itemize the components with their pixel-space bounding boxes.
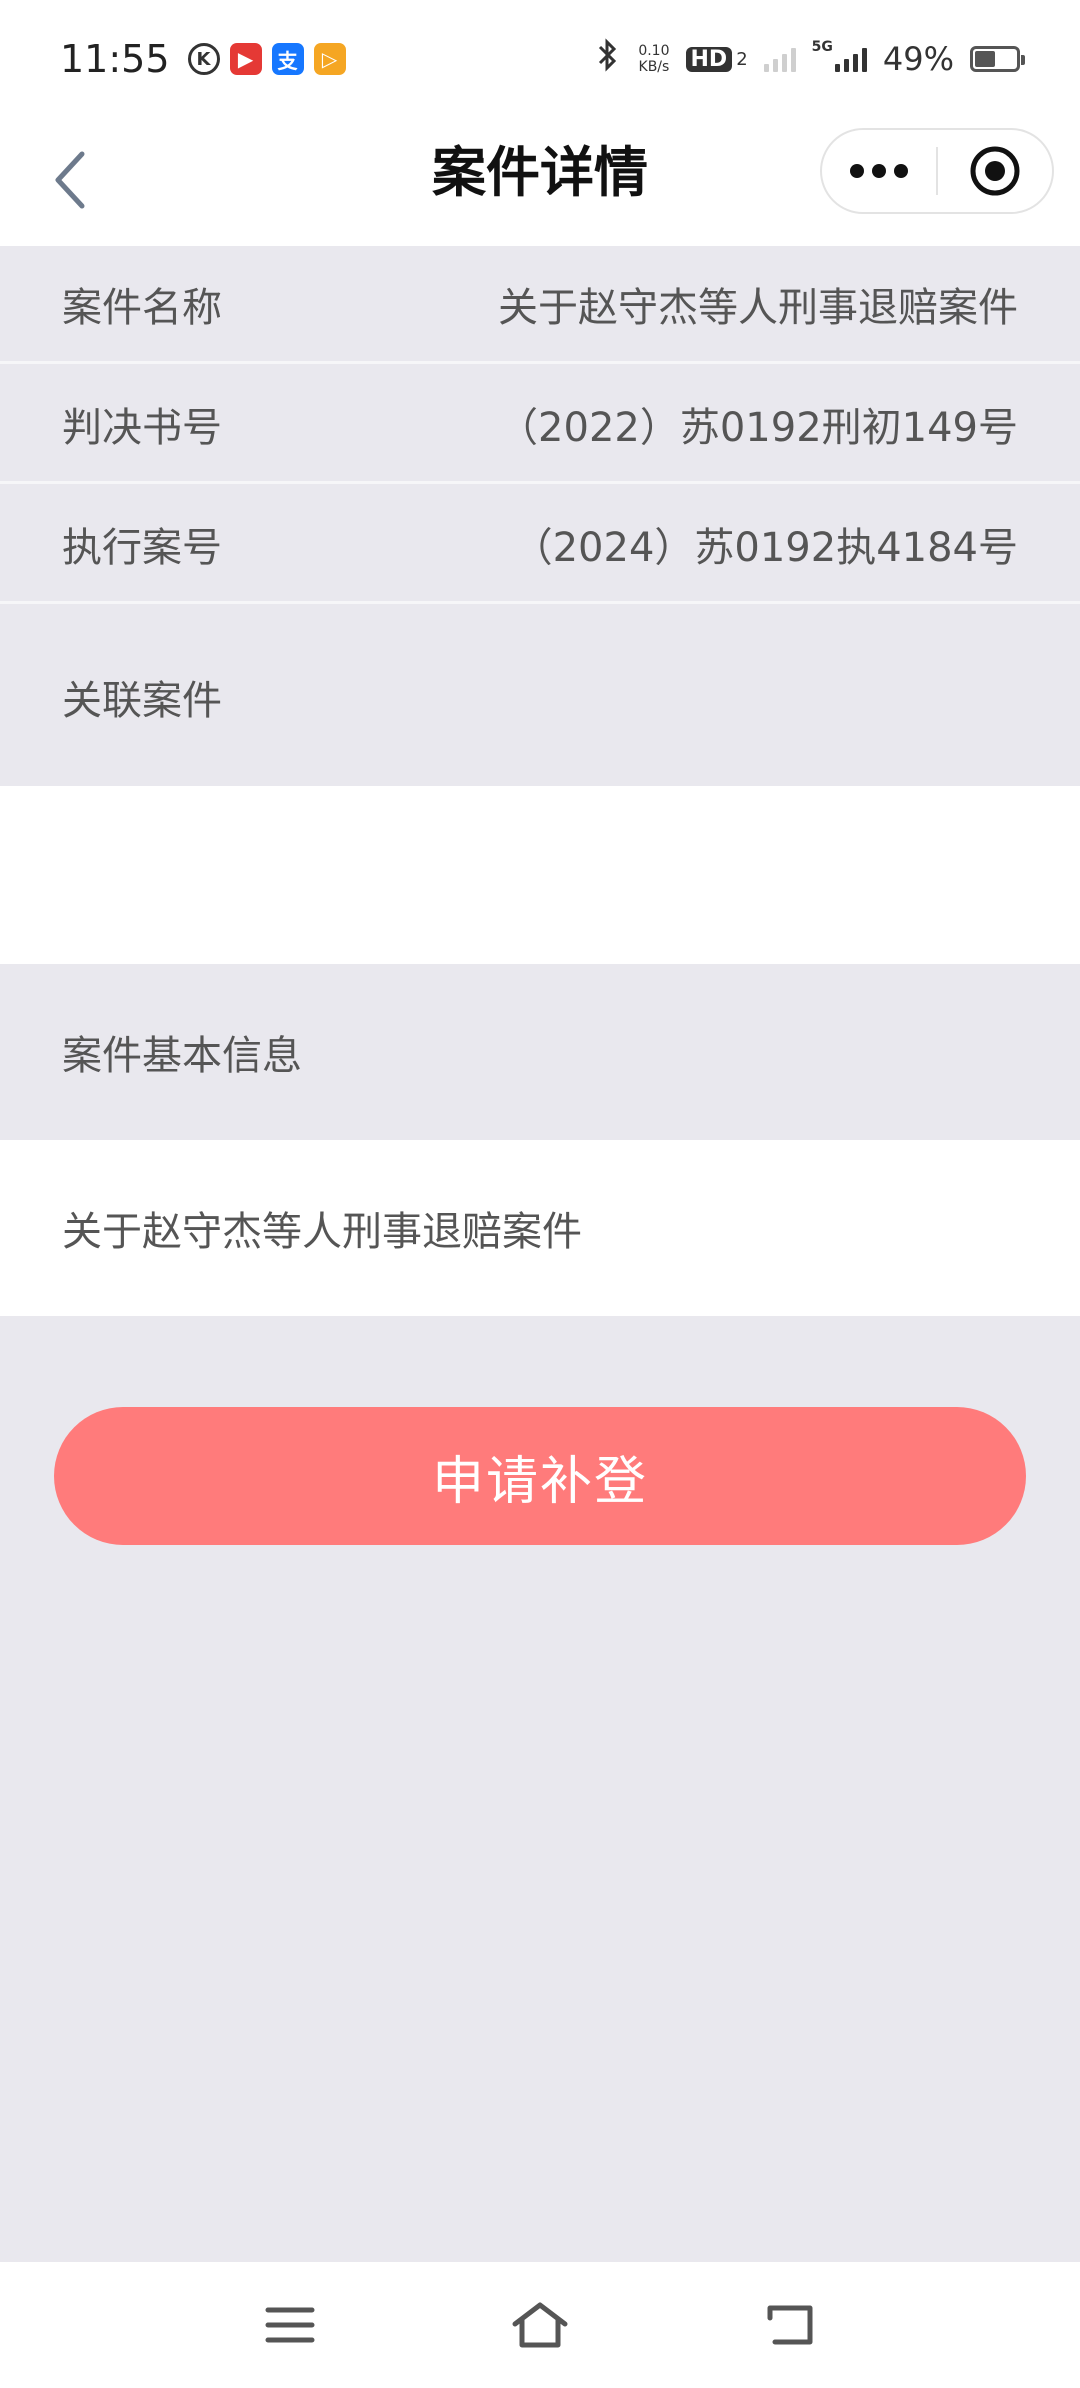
miniprogram-capsule [820,128,1054,214]
basic-info-value: 关于赵守杰等人刑事退赔案件 [62,1209,582,1255]
status-right: 0.10 KB/s HD 2 5G 49% [594,38,1025,80]
nav-bar: 案件详情 [0,118,1080,246]
hd-icon: HD [685,46,733,72]
row-label: 案件名称 [62,284,222,331]
signal-sim2-icon [834,46,867,72]
row-value: （2024）苏0192执4184号 [512,524,1018,571]
return-icon [767,2305,813,2345]
more-button[interactable] [822,130,936,212]
home-icon [512,2302,568,2348]
status-time: 11:55 [60,37,170,81]
row-label: 执行案号 [62,524,222,571]
status-app-icons: K ▶ 支 ▷ [187,43,346,75]
related-cases-label: 关联案件 [62,678,222,724]
player-app-icon: ▷ [313,43,346,75]
status-bar: 11:55 K ▶ 支 ▷ 0.10 KB/s HD 2 5G 49% [0,0,1080,118]
network-type: 5G [811,39,833,55]
close-miniprogram-button[interactable] [938,130,1052,212]
menu-icon [265,2307,315,2343]
k-app-icon: K [187,43,220,75]
battery-icon [970,46,1025,72]
signal-sim1-icon [763,46,796,72]
alipay-icon: 支 [271,43,304,75]
menu-button[interactable] [255,2290,325,2360]
basic-info-header: 案件基本信息 [0,964,1080,1140]
back-button[interactable] [34,144,106,216]
detail-row-case-name: 案件名称 关于赵守杰等人刑事退赔案件 [0,246,1080,364]
related-cases-header: 关联案件 [0,608,1080,786]
net-speed: 0.10 KB/s [638,43,669,75]
back-system-button[interactable] [755,2290,825,2360]
detail-row-judgment-no: 判决书号 （2022）苏0192刑初149号 [0,366,1080,484]
related-cases-content [0,786,1080,964]
video-app-icon: ▶ [229,43,262,75]
system-nav-bar [0,2262,1080,2388]
row-value: 关于赵守杰等人刑事退赔案件 [498,284,1018,331]
row-label: 判决书号 [62,404,222,451]
row-value: （2022）苏0192刑初149号 [498,404,1018,451]
target-close-icon [970,146,1020,196]
net-speed-unit: KB/s [638,59,670,75]
basic-info-content: 关于赵守杰等人刑事退赔案件 [0,1140,1080,1316]
home-button[interactable] [505,2290,575,2360]
apply-registration-button[interactable]: 申请补登 [54,1407,1026,1545]
bluetooth-icon [594,38,622,80]
detail-row-execution-no: 执行案号 （2024）苏0192执4184号 [0,486,1080,604]
basic-info-label: 案件基本信息 [62,1033,302,1079]
hd-sub: 2 [736,48,748,70]
battery-percent: 49% [882,40,954,78]
net-speed-value: 0.10 [638,43,670,59]
battery-fill [975,51,995,67]
more-dots-icon [850,164,908,178]
chevron-left-icon [55,151,85,209]
screen: 11:55 K ▶ 支 ▷ 0.10 KB/s HD 2 5G 49% 案件详情… [0,0,1080,2388]
